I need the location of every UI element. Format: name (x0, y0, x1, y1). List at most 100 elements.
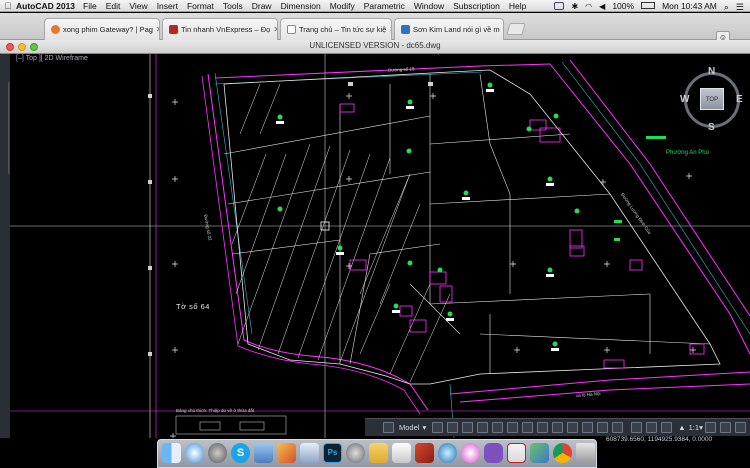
scale-dropdown-icon[interactable]: ▾ (699, 423, 703, 432)
acrobat-icon[interactable] (507, 443, 526, 463)
itunes-icon[interactable] (461, 443, 480, 463)
model-dropdown-icon[interactable]: ▾ (422, 423, 426, 432)
document-title: UNLICENSED VERSION - dc65.dwg (309, 41, 441, 50)
annotation-scale[interactable]: 1:1 (689, 423, 699, 432)
menu-window[interactable]: Window (414, 1, 444, 11)
dynamic-input-icon[interactable] (537, 422, 549, 433)
menu-tools[interactable]: Tools (223, 1, 243, 11)
menubar-clock[interactable]: Mon 10:43 AM (662, 1, 717, 11)
trash-icon[interactable] (576, 443, 595, 463)
browser-tab-1[interactable]: xong phim Gateway? | Pag ✕ (44, 18, 160, 40)
compass-south[interactable]: S (708, 122, 715, 133)
browser-tab-2[interactable]: Tin nhanh VnExpress – Đọ ✕ (162, 18, 278, 40)
lock-ui-icon[interactable] (734, 422, 746, 433)
menu-modify[interactable]: Modify (330, 1, 355, 11)
wifi-icon[interactable]: ◠ (585, 2, 592, 11)
page-favicon-icon (287, 25, 296, 34)
finder-icon[interactable] (162, 443, 181, 463)
ortho-mode-icon[interactable] (462, 422, 474, 433)
dropbox-icon[interactable] (554, 1, 565, 10)
autocad-icon[interactable] (415, 443, 434, 463)
menu-edit[interactable]: Edit (106, 1, 121, 11)
snap-tracking-icon[interactable] (507, 422, 519, 433)
menu-format[interactable]: Format (187, 1, 214, 11)
notes-icon[interactable] (369, 443, 388, 463)
menu-subscription[interactable]: Subscription (453, 1, 500, 11)
viber-icon[interactable] (484, 443, 503, 463)
legend-note-label: Bảng chú thích: Thiệp đo vẽ ở thửa đất (176, 408, 255, 413)
drawing-canvas[interactable]: Tờ số 64 Phường An Phú Đường số 18 Đường… (10, 54, 750, 438)
compass-west[interactable]: W (680, 94, 689, 105)
viewport-controls-label[interactable]: [–] Top ][ 2D Wireframe (16, 55, 88, 62)
safari-icon[interactable] (185, 443, 204, 463)
annotation-scale-icon[interactable]: ▲ (678, 423, 685, 432)
page-favicon-icon (169, 25, 178, 34)
object-snap-icon[interactable] (492, 422, 504, 433)
app-menu[interactable]: AutoCAD 2013 (16, 1, 75, 11)
snap-mode-icon[interactable] (432, 422, 444, 433)
polar-tracking-icon[interactable] (477, 422, 489, 433)
model-tab[interactable]: Model (399, 423, 419, 432)
battery-icon[interactable] (641, 2, 656, 9)
chrome-icon[interactable] (553, 443, 572, 463)
quick-properties-icon[interactable] (582, 422, 594, 433)
grid-mode-icon[interactable] (447, 422, 459, 433)
ward-label: Phường An Phú (666, 150, 709, 156)
pan-hand-icon[interactable] (631, 422, 643, 433)
tab-label: Sơn Kim Land nói gì về m (413, 25, 500, 34)
skype-icon[interactable]: S (231, 443, 250, 463)
tab-close-icon[interactable]: ✕ (153, 25, 159, 34)
mail-icon[interactable] (300, 443, 319, 463)
maps-icon[interactable] (530, 443, 549, 463)
network-icon[interactable] (438, 443, 457, 463)
menu-insert[interactable]: Insert (157, 1, 178, 11)
menu-help[interactable]: Help (509, 1, 526, 11)
tab-close-icon[interactable]: ✕ (500, 25, 504, 34)
browser-tab-strip: xong phim Gateway? | Pag ✕ Tin nhanh VnE… (0, 13, 750, 43)
preview-icon[interactable] (254, 443, 273, 463)
tab-close-icon[interactable]: ✕ (270, 25, 277, 34)
autocad-title-bar: UNLICENSED VERSION - dc65.dwg (0, 40, 750, 54)
coordinates-readout: 608739.6560, 1194925.9384, 0.0000 (606, 436, 713, 443)
tab-label: Trang chủ – Tin tức sự kiệ (299, 25, 387, 34)
lineweight-icon[interactable] (552, 422, 564, 433)
apple-menu-icon[interactable]:  (0, 1, 16, 11)
cad-drawing (10, 54, 750, 438)
browser-tab-3[interactable]: Trang chủ – Tin tức sự kiệ ✕ (280, 18, 392, 40)
photoshop-icon[interactable]: Ps (323, 443, 342, 463)
menu-dimension[interactable]: Dimension (281, 1, 321, 11)
menu-draw[interactable]: Draw (252, 1, 272, 11)
viewcube[interactable]: TOP N S W E (678, 66, 746, 134)
transparency-icon[interactable] (567, 422, 579, 433)
volume-icon[interactable]: ◀ (599, 2, 605, 11)
grid-display-icon[interactable] (383, 422, 394, 433)
workspace-switch-icon[interactable] (719, 422, 731, 433)
photos-icon[interactable] (277, 443, 296, 463)
selection-cycling-icon[interactable] (597, 422, 609, 433)
bluetooth-icon[interactable]: ✱ (571, 2, 578, 11)
dynamic-ucs-icon[interactable] (522, 422, 534, 433)
menu-view[interactable]: View (129, 1, 147, 11)
system-preferences-icon[interactable] (346, 443, 365, 463)
battery-percent: 100% (612, 0, 635, 11)
new-tab-button[interactable] (506, 23, 526, 35)
sheet-number-label: Tờ số 64 (176, 302, 210, 311)
compass-north[interactable]: N (708, 66, 715, 77)
menu-file[interactable]: File (83, 1, 97, 11)
tab-close-icon[interactable]: ✕ (386, 25, 391, 34)
orbit-icon[interactable] (661, 422, 673, 433)
browser-tab-4[interactable]: Sơn Kim Land nói gì về m ✕ (394, 18, 504, 40)
zoom-icon[interactable] (646, 422, 658, 433)
menu-parametric[interactable]: Parametric (364, 1, 405, 11)
annotation-visibility-icon[interactable] (704, 422, 716, 433)
drawing-status-bar: Model ▾ ▲ 1:1 ▾ (365, 418, 750, 436)
viewcube-top-face[interactable]: TOP (700, 88, 724, 110)
spotlight-search-icon[interactable]: ⌕ (724, 2, 729, 12)
textedit-icon[interactable] (392, 443, 411, 463)
page-favicon-icon (401, 25, 410, 34)
annotation-monitor-icon[interactable] (612, 422, 624, 433)
notification-center-icon[interactable]: ☰ (736, 2, 744, 12)
launchpad-icon[interactable] (208, 443, 227, 463)
tab-label: xong phim Gateway? | Pag (63, 25, 153, 34)
compass-east[interactable]: E (736, 94, 743, 105)
